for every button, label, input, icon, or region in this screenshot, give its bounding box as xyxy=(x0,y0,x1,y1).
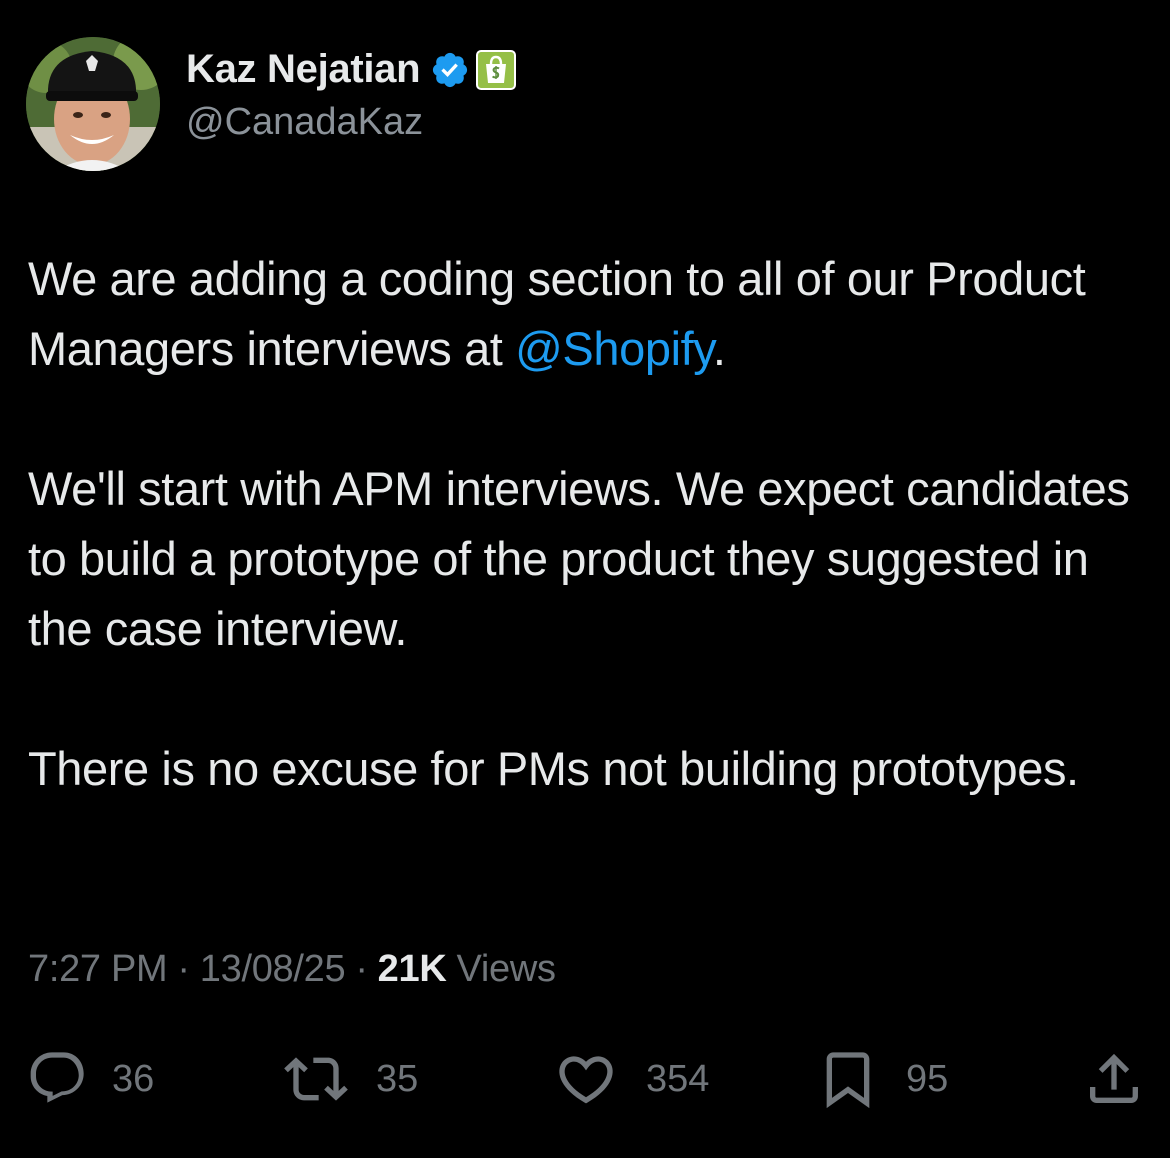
views-count: 21K xyxy=(377,948,447,990)
meta-separator: · xyxy=(355,948,368,990)
author-name-row: Kaz Nejatian xyxy=(186,45,517,95)
bookmark-icon xyxy=(826,1052,870,1109)
mention-link-shopify[interactable]: @Shopify xyxy=(515,322,713,375)
repost-icon xyxy=(284,1057,348,1101)
meta-separator: · xyxy=(177,948,190,990)
author-display-name[interactable]: Kaz Nejatian xyxy=(186,47,421,92)
bookmark-button[interactable]: 95 xyxy=(816,1044,948,1114)
avatar[interactable] xyxy=(26,37,160,171)
like-count: 354 xyxy=(646,1057,710,1100)
tweet-header: Kaz Nejatian @CanadaKaz xyxy=(26,36,517,172)
like-button[interactable]: 354 xyxy=(554,1044,709,1114)
tweet-meta: 7:27 PM · 13/08/25 · 21K Views xyxy=(28,948,556,991)
verified-badge-icon[interactable] xyxy=(430,50,470,90)
tweet-time[interactable]: 7:27 PM xyxy=(28,948,168,991)
tweet-paragraph-3: There is no excuse for PMs not building … xyxy=(28,742,1079,795)
avatar-photo xyxy=(26,37,160,171)
reply-count: 36 xyxy=(112,1057,155,1100)
tweet-text: We are adding a coding section to all of… xyxy=(28,244,1138,804)
tweet-actions-bar: 36 35 354 95 xyxy=(26,1044,1146,1114)
share-button[interactable] xyxy=(1082,1044,1146,1114)
author-handle[interactable]: @CanadaKaz xyxy=(186,101,516,144)
repost-button[interactable]: 35 xyxy=(284,1044,418,1114)
share-icon xyxy=(1090,1053,1138,1103)
tweet-paragraph-1-end: . xyxy=(712,322,726,375)
bookmark-count: 95 xyxy=(906,1057,949,1100)
reply-button[interactable]: 36 xyxy=(26,1044,154,1114)
tweet-paragraph-2: We'll start with APM interviews. We expe… xyxy=(28,462,1130,655)
shopify-bag-icon[interactable] xyxy=(476,49,517,90)
tweet-paragraph-1: We are adding a coding section to all of… xyxy=(28,244,1138,384)
reply-icon xyxy=(30,1052,84,1103)
views-label: Views xyxy=(456,948,556,990)
repost-count: 35 xyxy=(376,1057,419,1100)
author-identity: Kaz Nejatian @CanadaKaz xyxy=(186,45,517,144)
heart-icon xyxy=(559,1056,613,1104)
tweet-date[interactable]: 13/08/25 xyxy=(200,948,346,991)
